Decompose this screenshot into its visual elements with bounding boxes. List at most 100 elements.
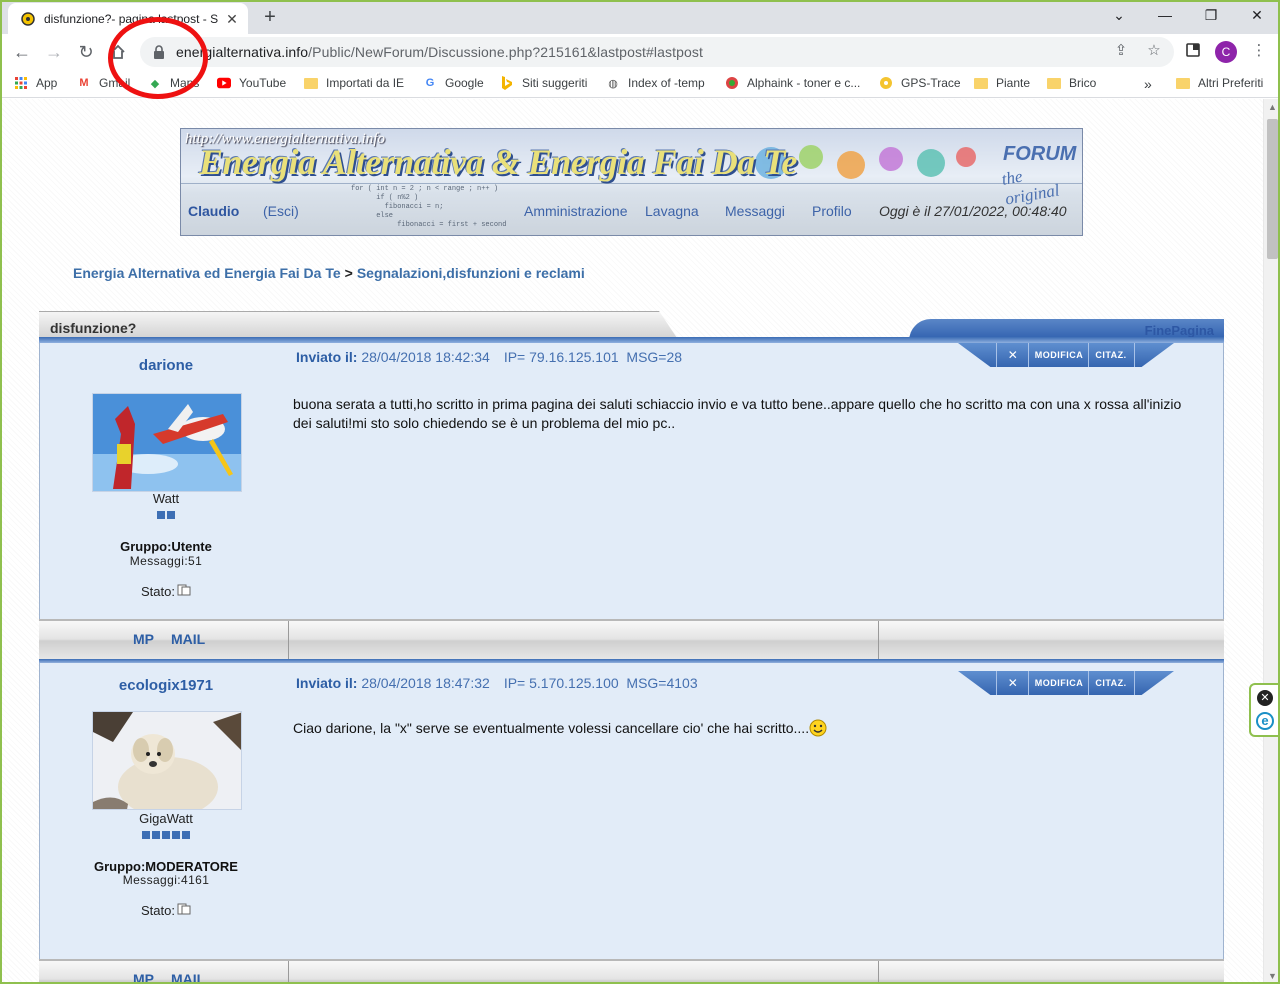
forum-post: darione Watt Gruppo:Utente Messaggi:51 S… xyxy=(39,343,1224,619)
banner-username-link[interactable]: Claudio xyxy=(188,203,239,219)
user-avatar xyxy=(92,711,242,810)
nav-messaggi[interactable]: Messaggi xyxy=(725,203,785,219)
current-date: Oggi è il 27/01/2022, 00:48:40 xyxy=(879,203,1067,219)
address-bar[interactable]: energialternativa.info/Public/NewForum/D… xyxy=(140,37,1174,67)
private-message-link[interactable]: MP xyxy=(133,631,154,647)
bookmark-altri-preferiti[interactable]: Altri Preferiti xyxy=(1176,76,1263,90)
extensions-icon[interactable] xyxy=(1184,41,1202,59)
quote-post-button[interactable]: CITAZ. xyxy=(1090,346,1132,364)
url-text: energialternativa.info/Public/NewForum/D… xyxy=(176,44,703,60)
user-avatar xyxy=(92,393,242,492)
bookmark-maps[interactable]: ◆ Maps xyxy=(148,76,200,90)
folder-icon xyxy=(1176,76,1190,90)
post-author[interactable]: darione xyxy=(40,357,292,374)
breadcrumb-section-link[interactable]: Segnalazioni,disfunzioni e reclami xyxy=(357,265,585,281)
bookmark-youtube[interactable]: YouTube xyxy=(217,76,286,90)
user-status: Stato: xyxy=(40,584,292,599)
bookmarks-bar: App M Gmail ◆ Maps YouTube Importati da IE… xyxy=(0,70,1280,98)
nav-lavagna[interactable]: Lavagna xyxy=(645,203,699,219)
bookmark-label: Gmail xyxy=(99,76,131,90)
bookmark-importati-ie[interactable]: Importati da IE xyxy=(304,76,404,90)
share-icon[interactable]: ⇪ xyxy=(1112,41,1130,59)
lock-icon[interactable] xyxy=(152,45,166,59)
gmail-icon: M xyxy=(79,77,89,89)
post-ip: IP= 79.16.125.101 xyxy=(503,349,619,365)
extension-close-icon[interactable]: ✕ xyxy=(1257,690,1273,706)
post-footer-bar: MP MAIL xyxy=(39,619,1224,664)
fine-pagina-link[interactable]: FinePagina xyxy=(1145,323,1214,338)
bing-icon xyxy=(500,76,514,90)
bookmark-brico[interactable]: Brico xyxy=(1047,76,1096,90)
bookmark-index-temp[interactable]: ◍ Index of -temp xyxy=(606,76,705,90)
back-icon[interactable]: ← xyxy=(8,38,36,66)
bookmark-label: Piante xyxy=(996,76,1031,90)
close-window-icon[interactable]: ✕ xyxy=(1234,0,1280,30)
private-message-link[interactable]: MP xyxy=(133,971,154,984)
bookmark-google[interactable]: G Google xyxy=(423,76,484,90)
thread-box: disfunzione? FinePagina darione Watt Gru… xyxy=(39,311,1224,984)
home-icon[interactable] xyxy=(104,38,132,66)
nav-profilo[interactable]: Profilo xyxy=(812,203,852,219)
youtube-icon xyxy=(217,76,231,90)
banner-decoration-code: for ( int n = 2 ; n < range ; n++ ) if (… xyxy=(351,185,507,229)
bookmark-label: Siti suggeriti xyxy=(522,76,588,90)
post-actions: ✕ MODIFICA CITAZ. xyxy=(958,671,1174,695)
post-date: 28/04/2018 18:42:34 xyxy=(361,349,490,365)
post-date: 28/04/2018 18:47:32 xyxy=(361,675,490,691)
browser-tab[interactable]: disfunzione?- pagina lastpost - S ✕ xyxy=(8,3,248,34)
forum-post: ecologix1971 GigaWatt Gruppo:MODERATORE … xyxy=(39,663,1224,959)
scrollbar-thumb[interactable] xyxy=(1267,119,1278,259)
offline-status-icon xyxy=(177,903,191,915)
bookmark-piante[interactable]: Piante xyxy=(974,76,1030,90)
mail-link[interactable]: MAIL xyxy=(171,971,205,984)
delete-post-button[interactable]: ✕ xyxy=(1000,674,1026,692)
tab-search-chevron-icon[interactable]: ⌄ xyxy=(1096,0,1142,30)
reload-icon[interactable]: ↻ xyxy=(72,38,100,66)
minimize-icon[interactable]: — xyxy=(1142,0,1188,30)
user-message-count: Messaggi:51 xyxy=(129,554,203,568)
page-scrollbar[interactable]: ▲ ▼ xyxy=(1263,99,1280,984)
post-meta: Inviato il: 28/04/2018 18:42:34 IP= 79.16… xyxy=(296,349,683,365)
bookmark-app[interactable]: App xyxy=(14,76,57,90)
tab-close-icon[interactable]: ✕ xyxy=(224,11,240,27)
post-footer-bar: MP MAIL xyxy=(39,959,1224,984)
extension-e-icon[interactable]: e xyxy=(1256,712,1274,730)
profile-avatar[interactable]: C xyxy=(1215,41,1237,63)
globe-icon: ◍ xyxy=(608,77,618,90)
scroll-up-icon[interactable]: ▲ xyxy=(1264,99,1280,115)
restore-icon[interactable]: ❐ xyxy=(1188,0,1234,30)
banner-title: Energia Alternativa & Energia Fai Da Te xyxy=(199,142,797,182)
bookmarks-overflow-button[interactable]: » xyxy=(1144,76,1152,92)
bookmark-gps-trace[interactable]: GPS-Trace xyxy=(879,76,961,90)
bookmark-siti-suggeriti[interactable]: Siti suggeriti xyxy=(500,76,587,90)
star-icon[interactable]: ☆ xyxy=(1145,41,1163,59)
site-favicon-icon xyxy=(20,11,36,27)
edit-post-button[interactable]: MODIFICA xyxy=(1030,346,1088,364)
rank-stars xyxy=(40,507,292,522)
browser-toolbar: ← → ↻ energialternativa.info/Public/NewF… xyxy=(0,34,1280,70)
mail-link[interactable]: MAIL xyxy=(171,631,205,647)
post-author[interactable]: ecologix1971 xyxy=(40,677,292,694)
bookmark-label: App xyxy=(36,76,58,90)
user-group: Gruppo:MODERATORE xyxy=(94,859,238,874)
delete-post-button[interactable]: ✕ xyxy=(1000,346,1026,364)
logout-link[interactable]: (Esci) xyxy=(263,203,299,219)
quote-post-button[interactable]: CITAZ. xyxy=(1090,674,1132,692)
folder-icon xyxy=(974,76,988,90)
edit-post-button[interactable]: MODIFICA xyxy=(1030,674,1088,692)
forward-icon[interactable]: → xyxy=(40,38,68,66)
scroll-down-icon[interactable]: ▼ xyxy=(1264,968,1280,984)
menu-icon[interactable]: ⋮ xyxy=(1250,41,1268,59)
bookmark-gmail[interactable]: M Gmail xyxy=(77,76,130,90)
folder-icon xyxy=(304,76,318,90)
bookmark-label: Alphaink - toner e c... xyxy=(747,76,861,90)
user-rank: GigaWatt xyxy=(139,811,193,826)
breadcrumb-root-link[interactable]: Energia Alternativa ed Energia Fai Da Te xyxy=(73,265,341,281)
post-msg-id: MSG=4103 xyxy=(626,675,698,691)
bookmark-alphaink[interactable]: Alphaink - toner e c... xyxy=(725,76,860,90)
new-tab-button[interactable]: + xyxy=(258,6,282,30)
nav-amministrazione[interactable]: Amministrazione xyxy=(524,203,627,219)
thread-header: disfunzione? FinePagina xyxy=(39,311,1224,343)
bookmark-label: Brico xyxy=(1069,76,1097,90)
tab-title: disfunzione?- pagina lastpost - S xyxy=(44,11,219,26)
